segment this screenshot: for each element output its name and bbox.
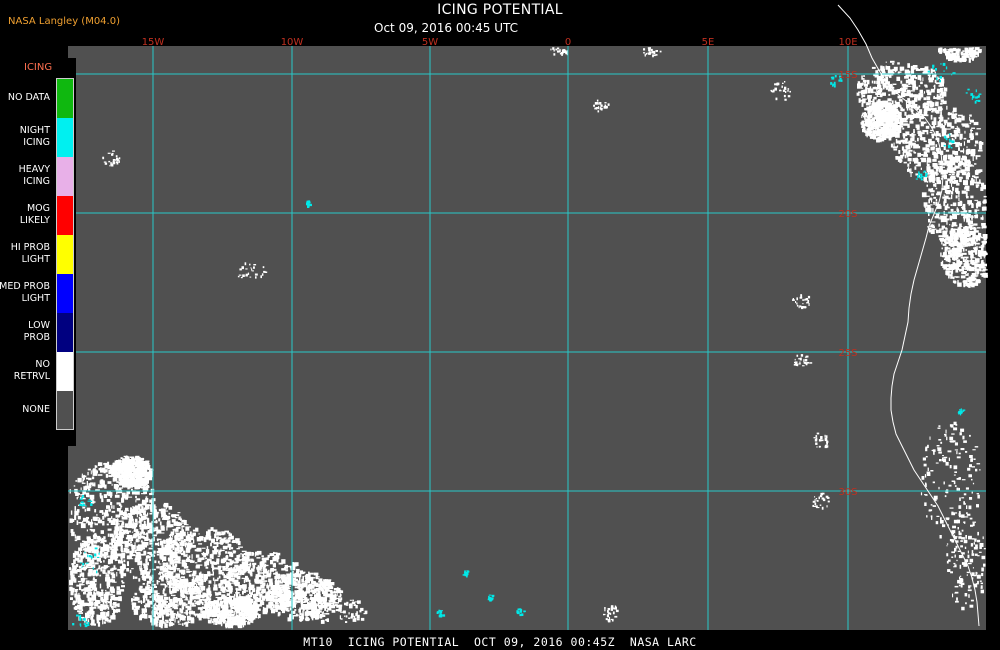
legend-label: NO DATA [7,92,50,103]
legend-swatch [57,79,73,118]
legend-item: NONE [0,391,76,430]
lon-label: 15W [142,37,165,48]
legend-item: NO DATA [0,79,76,118]
legend-swatch [57,352,73,391]
legend-title: ICING [24,62,53,73]
legend-label: NONE [22,404,50,415]
lon-label: 5E [702,37,715,48]
legend-label: MED PROB LIGHT [0,281,50,304]
legend-item: HI PROB LIGHT [0,235,76,274]
map-canvas: 15W 10W 5W 0 5E 10E 15S 20S 25S 30S [58,4,988,630]
legend-swatch [57,118,73,157]
map-title: ICING POTENTIAL [437,2,563,18]
legend-label: NO RETRVL [13,359,50,382]
legend-item: MED PROB LIGHT [0,274,76,313]
legend-swatch [57,157,73,196]
lon-label: 0 [565,37,571,48]
legend-item: MOG LIKELY [0,196,76,235]
icing-map-page: 15W 10W 5W 0 5E 10E 15S 20S 25S 30S NASA Langley… [0,0,1000,650]
legend-swatch [57,313,73,352]
legend-swatch [57,196,73,235]
footer-caption: MT10 ICING POTENTIAL OCT 09, 2016 00:45Z… [303,635,697,649]
legend-item: NO RETRVL [0,352,76,391]
legend-swatch [57,391,73,430]
lon-label: 5W [422,37,438,48]
legend-label: HI PROB LIGHT [10,242,50,265]
lon-label: 10W [281,37,304,48]
lat-label: 30S [838,487,857,498]
legend-swatch [57,274,73,313]
legend-swatch [57,235,73,274]
lat-label: 25S [838,348,857,359]
legend-label: NIGHT ICING [19,125,50,148]
legend-label: HEAVY ICING [18,164,50,187]
lat-label: 15S [838,70,857,81]
lon-label: 10E [838,37,857,48]
legend-item: LOW PROB [0,313,76,352]
legend-item: HEAVY ICING [0,157,76,196]
legend-label: LOW PROB [23,320,50,343]
map-timestamp: Oct 09, 2016 00:45 UTC [374,21,518,35]
legend-label: MOG LIKELY [19,203,50,226]
lat-label: 20S [838,209,857,220]
legend-item: NIGHT ICING [0,118,76,157]
